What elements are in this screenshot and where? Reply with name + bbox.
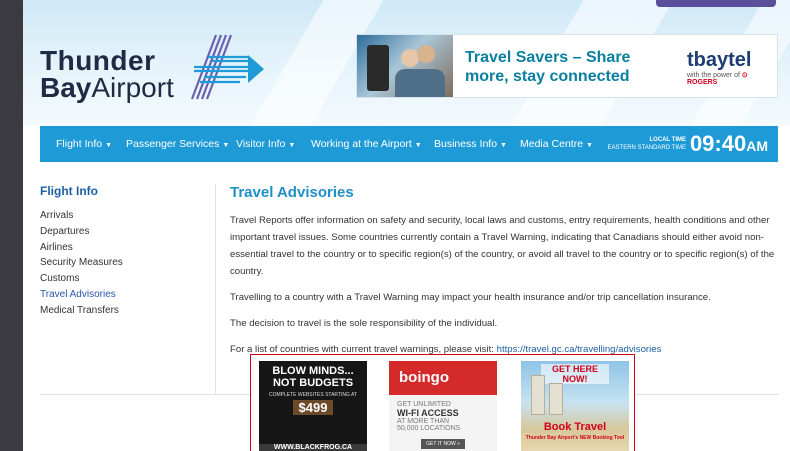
clock-labels: LOCAL TIME EASTERN STANDARD TIME bbox=[607, 137, 686, 151]
ad-boingo[interactable]: boingo GET UNLIMITED WI-FI ACCESS AT MOR… bbox=[389, 361, 497, 451]
caret-down-icon: ▼ bbox=[288, 142, 296, 149]
paragraph-responsibility: The decision to travel is the sole respo… bbox=[230, 318, 498, 329]
ad-photo bbox=[357, 35, 453, 97]
main-content: Travel Advisories Travel Reports offer i… bbox=[230, 184, 778, 367]
caret-down-icon: ▼ bbox=[586, 142, 593, 149]
sidebar-item-departures[interactable]: Departures bbox=[40, 224, 215, 240]
site-logo[interactable]: Thunder BayAirport bbox=[40, 34, 270, 107]
sidebar: Flight Info Arrivals Departures Airlines… bbox=[40, 184, 216, 394]
caret-down-icon: ▼ bbox=[105, 142, 113, 149]
sidebar-title: Flight Info bbox=[40, 184, 98, 198]
clock-time: 09:40AM bbox=[689, 131, 768, 156]
sidebar-item-customs[interactable]: Customs bbox=[40, 271, 215, 287]
top-utility-tab[interactable] bbox=[656, 0, 776, 7]
ad-book-travel[interactable]: GET HERE NOW! Book Travel Thunder Bay Ai… bbox=[521, 361, 629, 451]
nav-working-at-airport[interactable]: Working at the Airport ▼ bbox=[311, 126, 422, 162]
sidebar-item-arrivals[interactable]: Arrivals bbox=[40, 208, 215, 224]
sidebar-item-airlines[interactable]: Airlines bbox=[40, 240, 215, 256]
main-navigation: Flight Info ▼ Passenger Services ▼ Visitor… bbox=[40, 126, 778, 162]
ad-building bbox=[549, 383, 563, 415]
bottom-ad-strip: BLOW MINDS... NOT BUDGETS COMPLETE WEBSI… bbox=[250, 354, 635, 451]
nav-flight-info[interactable]: Flight Info ▼ bbox=[56, 126, 112, 162]
sidebar-item-travel-advisories[interactable]: Travel Advisories bbox=[40, 287, 215, 303]
ad-blackfrog[interactable]: BLOW MINDS... NOT BUDGETS COMPLETE WEBSI… bbox=[259, 361, 367, 451]
logo-word-bayairport: BayAirport bbox=[40, 72, 174, 103]
logo-word-thunder: Thunder bbox=[40, 45, 156, 76]
nav-media-centre[interactable]: Media Centre ▼ bbox=[520, 126, 593, 162]
page: Thunder BayAirport Travel Savers – Share bbox=[23, 0, 790, 451]
paragraph-warning-impact: Travelling to a country with a Travel Wa… bbox=[230, 292, 711, 303]
sidebar-item-security-measures[interactable]: Security Measures bbox=[40, 255, 215, 271]
paragraph-travel-reports: Travel Reports offer information on safe… bbox=[230, 215, 775, 277]
caret-down-icon: ▼ bbox=[500, 142, 507, 149]
caret-down-icon: ▼ bbox=[222, 142, 230, 149]
nav-business-info[interactable]: Business Info ▼ bbox=[434, 126, 507, 162]
page-title: Travel Advisories bbox=[230, 184, 354, 201]
nav-passenger-services[interactable]: Passenger Services ▼ bbox=[126, 126, 229, 162]
caret-down-icon: ▼ bbox=[414, 142, 422, 149]
sidebar-item-medical-transfers[interactable]: Medical Transfers bbox=[40, 303, 215, 319]
nav-visitor-info[interactable]: Visitor Info ▼ bbox=[236, 126, 295, 162]
header-ad-banner[interactable]: Travel Savers – Share more, stay connect… bbox=[356, 34, 778, 98]
ad-headline: Travel Savers – Share more, stay connect… bbox=[465, 49, 631, 85]
site-header: Thunder BayAirport Travel Savers – Share bbox=[23, 0, 790, 126]
plane-logo-icon bbox=[190, 34, 264, 100]
ad-brand-logo: tbaytel with the power of ⊙ ROGERS bbox=[687, 49, 752, 86]
ad-building bbox=[531, 375, 545, 415]
